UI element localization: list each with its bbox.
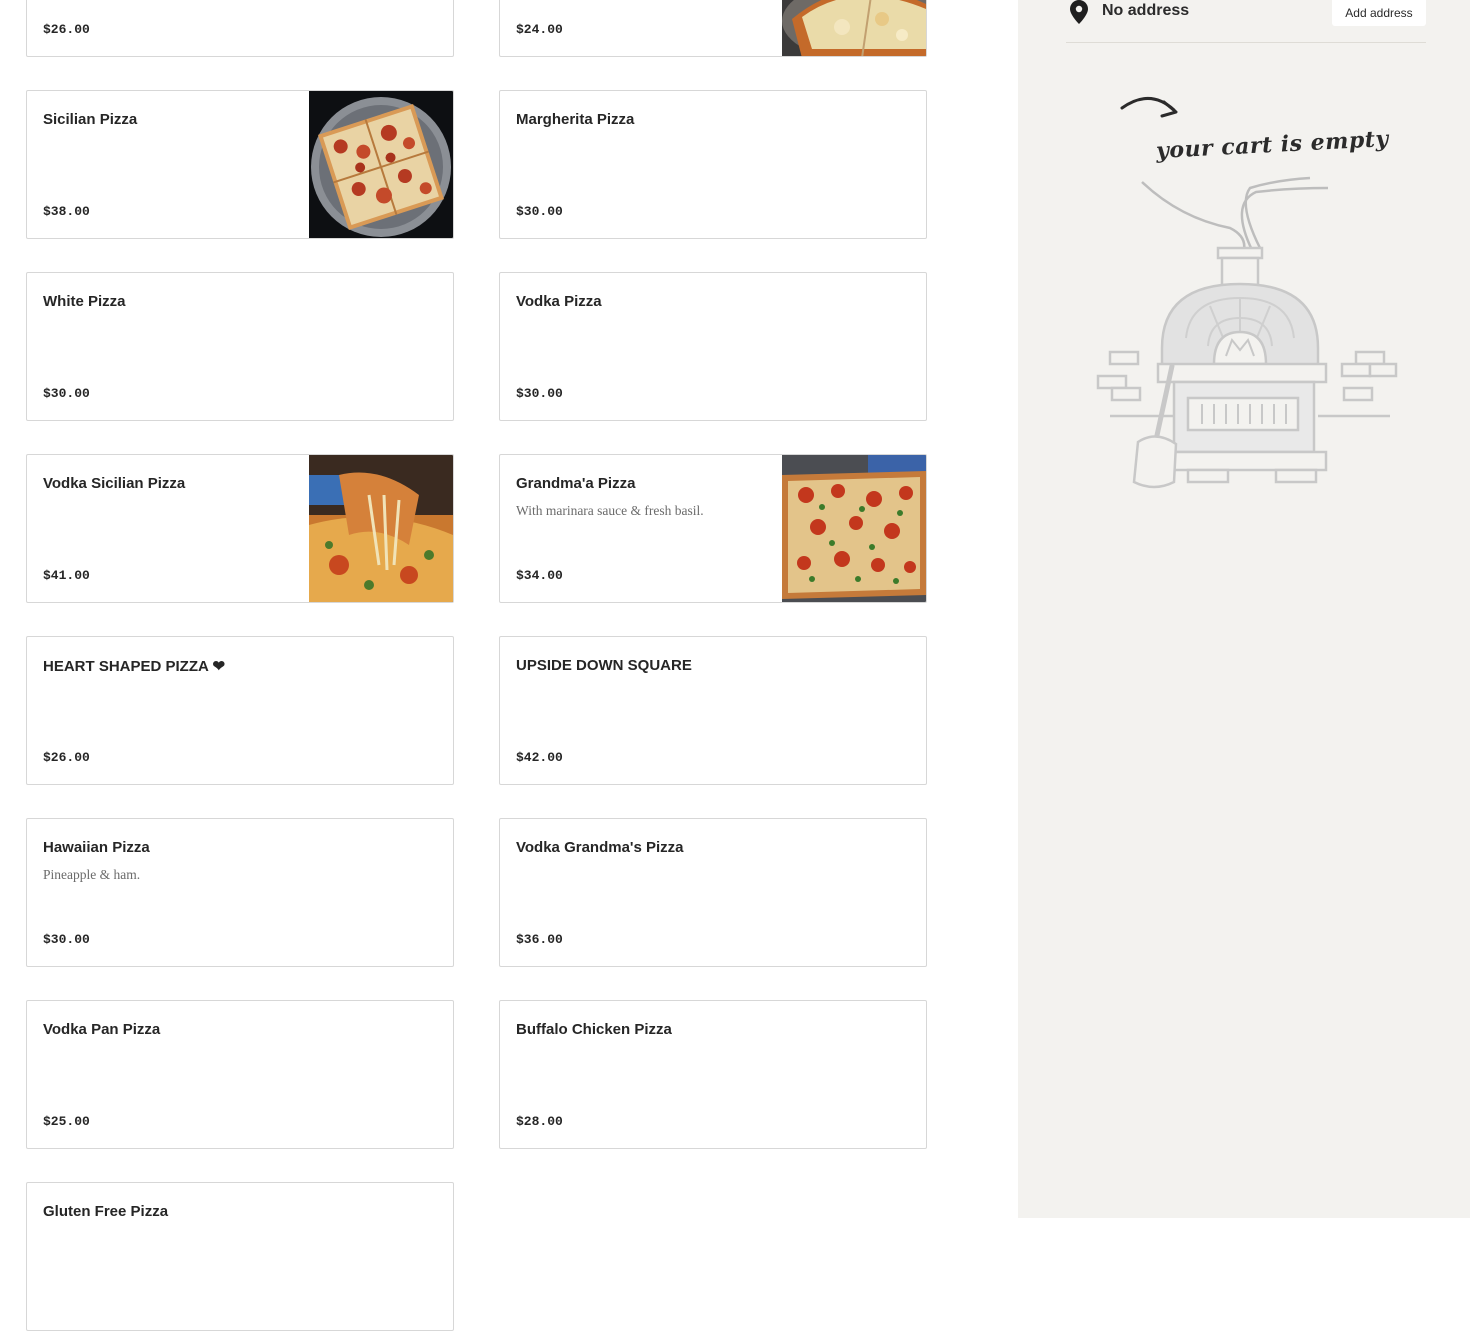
delivery-address-row: No address Add address [1066,0,1426,43]
menu-item-price: $28.00 [516,1114,563,1129]
menu-item-card[interactable]: Vodka Pizza $30.00 [499,272,927,421]
menu-item-name: Vodka Pizza [516,293,602,310]
grandma-pizza-photo [782,455,926,602]
add-address-button[interactable]: Add address [1332,0,1426,26]
menu-item-card[interactable]: Buffalo Chicken Pizza $28.00 [499,1000,927,1149]
menu-item-price: $26.00 [43,22,90,37]
menu-item-card[interactable]: Vodka Grandma's Pizza $36.00 [499,818,927,967]
menu-item-price: $38.00 [43,204,90,219]
address-text: No address [1102,2,1190,19]
menu-item-price: $24.00 [516,22,563,37]
menu-item-name: Vodka Grandma's Pizza [516,839,684,856]
menu-item-price: $25.00 [43,1114,90,1129]
menu-item-card[interactable]: Sicilian Pizza $38.00 [26,90,454,239]
menu-item-name: Margherita Pizza [516,111,635,128]
menu-item-name: Vodka Pan Pizza [43,1021,161,1038]
menu-item-name: UPSIDE DOWN SQUARE [516,657,692,674]
menu-item-name: Gluten Free Pizza [43,1203,169,1220]
menu-item-name: Grandma'a Pizza [516,475,636,492]
menu-item-price: $34.00 [516,568,563,583]
menu-item-price: $26.00 [43,750,90,765]
menu-item-description: Pineapple & ham. [43,867,141,882]
menu-item-price: $42.00 [516,750,563,765]
menu-item-price: $30.00 [516,204,563,219]
menu-item-card[interactable]: $26.00 [26,0,454,57]
menu-item-card[interactable]: HEART SHAPED PIZZA ❤ $26.00 [26,636,454,785]
menu-item-name: Buffalo Chicken Pizza [516,1021,672,1038]
menu-item-price: $30.00 [516,386,563,401]
menu-item-name: White Pizza [43,293,126,310]
menu-item-grid: $26.00 $24.00 Sicilian Pizza $38.00 Marg… [0,0,1018,1331]
menu-item-card[interactable]: UPSIDE DOWN SQUARE $42.00 [499,636,927,785]
menu-item-card[interactable]: Vodka Pan Pizza $25.00 [26,1000,454,1149]
menu-item-price: $30.00 [43,386,90,401]
menu-item-description: With marinara sauce & fresh basil. [516,503,704,518]
menu-item-card[interactable]: Vodka Sicilian Pizza $41.00 [26,454,454,603]
menu-item-card[interactable]: Hawaiian Pizza Pineapple & ham. $30.00 [26,818,454,967]
menu-item-price: $30.00 [43,932,90,947]
menu-item-card[interactable]: White Pizza $30.00 [26,272,454,421]
menu-item-name: HEART SHAPED PIZZA ❤ [43,658,226,675]
menu-item-card[interactable]: $24.00 [499,0,927,57]
menu-item-price: $36.00 [516,932,563,947]
menu-item-name: Sicilian Pizza [43,111,138,128]
sicilian-pizza-photo [309,91,453,238]
menu-item-card[interactable]: Grandma'a Pizza With marinara sauce & fr… [499,454,927,603]
pizza-photo [782,0,926,56]
menu-item-price: $41.00 [43,568,90,583]
vodka-sicilian-pizza-photo [309,455,453,602]
location-pin-icon [1070,0,1088,24]
menu-item-name: Hawaiian Pizza [43,839,150,856]
menu-item-name: Vodka Sicilian Pizza [43,475,186,492]
menu-item-card[interactable]: Margherita Pizza $30.00 [499,90,927,239]
menu-item-card[interactable]: Gluten Free Pizza [26,1182,454,1331]
cart-panel: No address Add address your cart is empt… [1018,0,1470,1218]
